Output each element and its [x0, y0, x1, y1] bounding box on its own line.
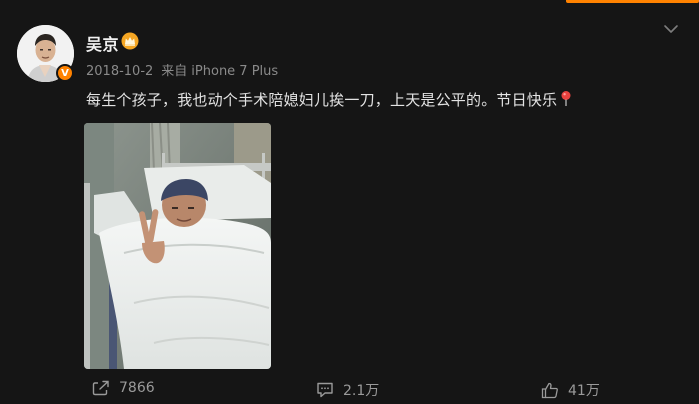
- post-meta: 2018-10-2 来自 iPhone 7 Plus: [86, 60, 278, 79]
- comment-icon: [317, 382, 333, 398]
- repost-count: 7866: [119, 380, 155, 396]
- like-button[interactable]: 41万: [541, 380, 600, 400]
- action-bar: 7866 2.1万 41万: [0, 378, 699, 404]
- member-crown-icon[interactable]: [121, 32, 139, 50]
- comment-button[interactable]: 2.1万: [316, 380, 379, 400]
- chevron-down-icon[interactable]: [662, 22, 680, 36]
- weibo-post-card: V 吴京 2018-10-2 来自 iPhone 7 Plus 每生个孩子，我也动个…: [0, 0, 699, 404]
- post-text-body: 每生个孩子，我也动个手术陪媳妇儿挨一刀，上天是公平的。节日快乐: [86, 91, 558, 109]
- thumbs-up-icon: [541, 382, 558, 398]
- post-source-device: iPhone 7 Plus: [191, 64, 279, 79]
- verified-badge: V: [56, 64, 74, 82]
- repost-button[interactable]: 7866: [92, 380, 155, 396]
- source-prefix: 来自: [161, 64, 188, 79]
- post-image[interactable]: [84, 123, 271, 369]
- author-name[interactable]: 吴京: [86, 31, 119, 55]
- red-pin-icon: [561, 91, 571, 106]
- comment-count: 2.1万: [343, 383, 380, 399]
- post-text: 每生个孩子，我也动个手术陪媳妇儿挨一刀，上天是公平的。节日快乐: [86, 89, 573, 110]
- repost-icon: [92, 380, 109, 396]
- post-date[interactable]: 2018-10-2: [86, 64, 153, 79]
- like-count: 41万: [568, 383, 600, 399]
